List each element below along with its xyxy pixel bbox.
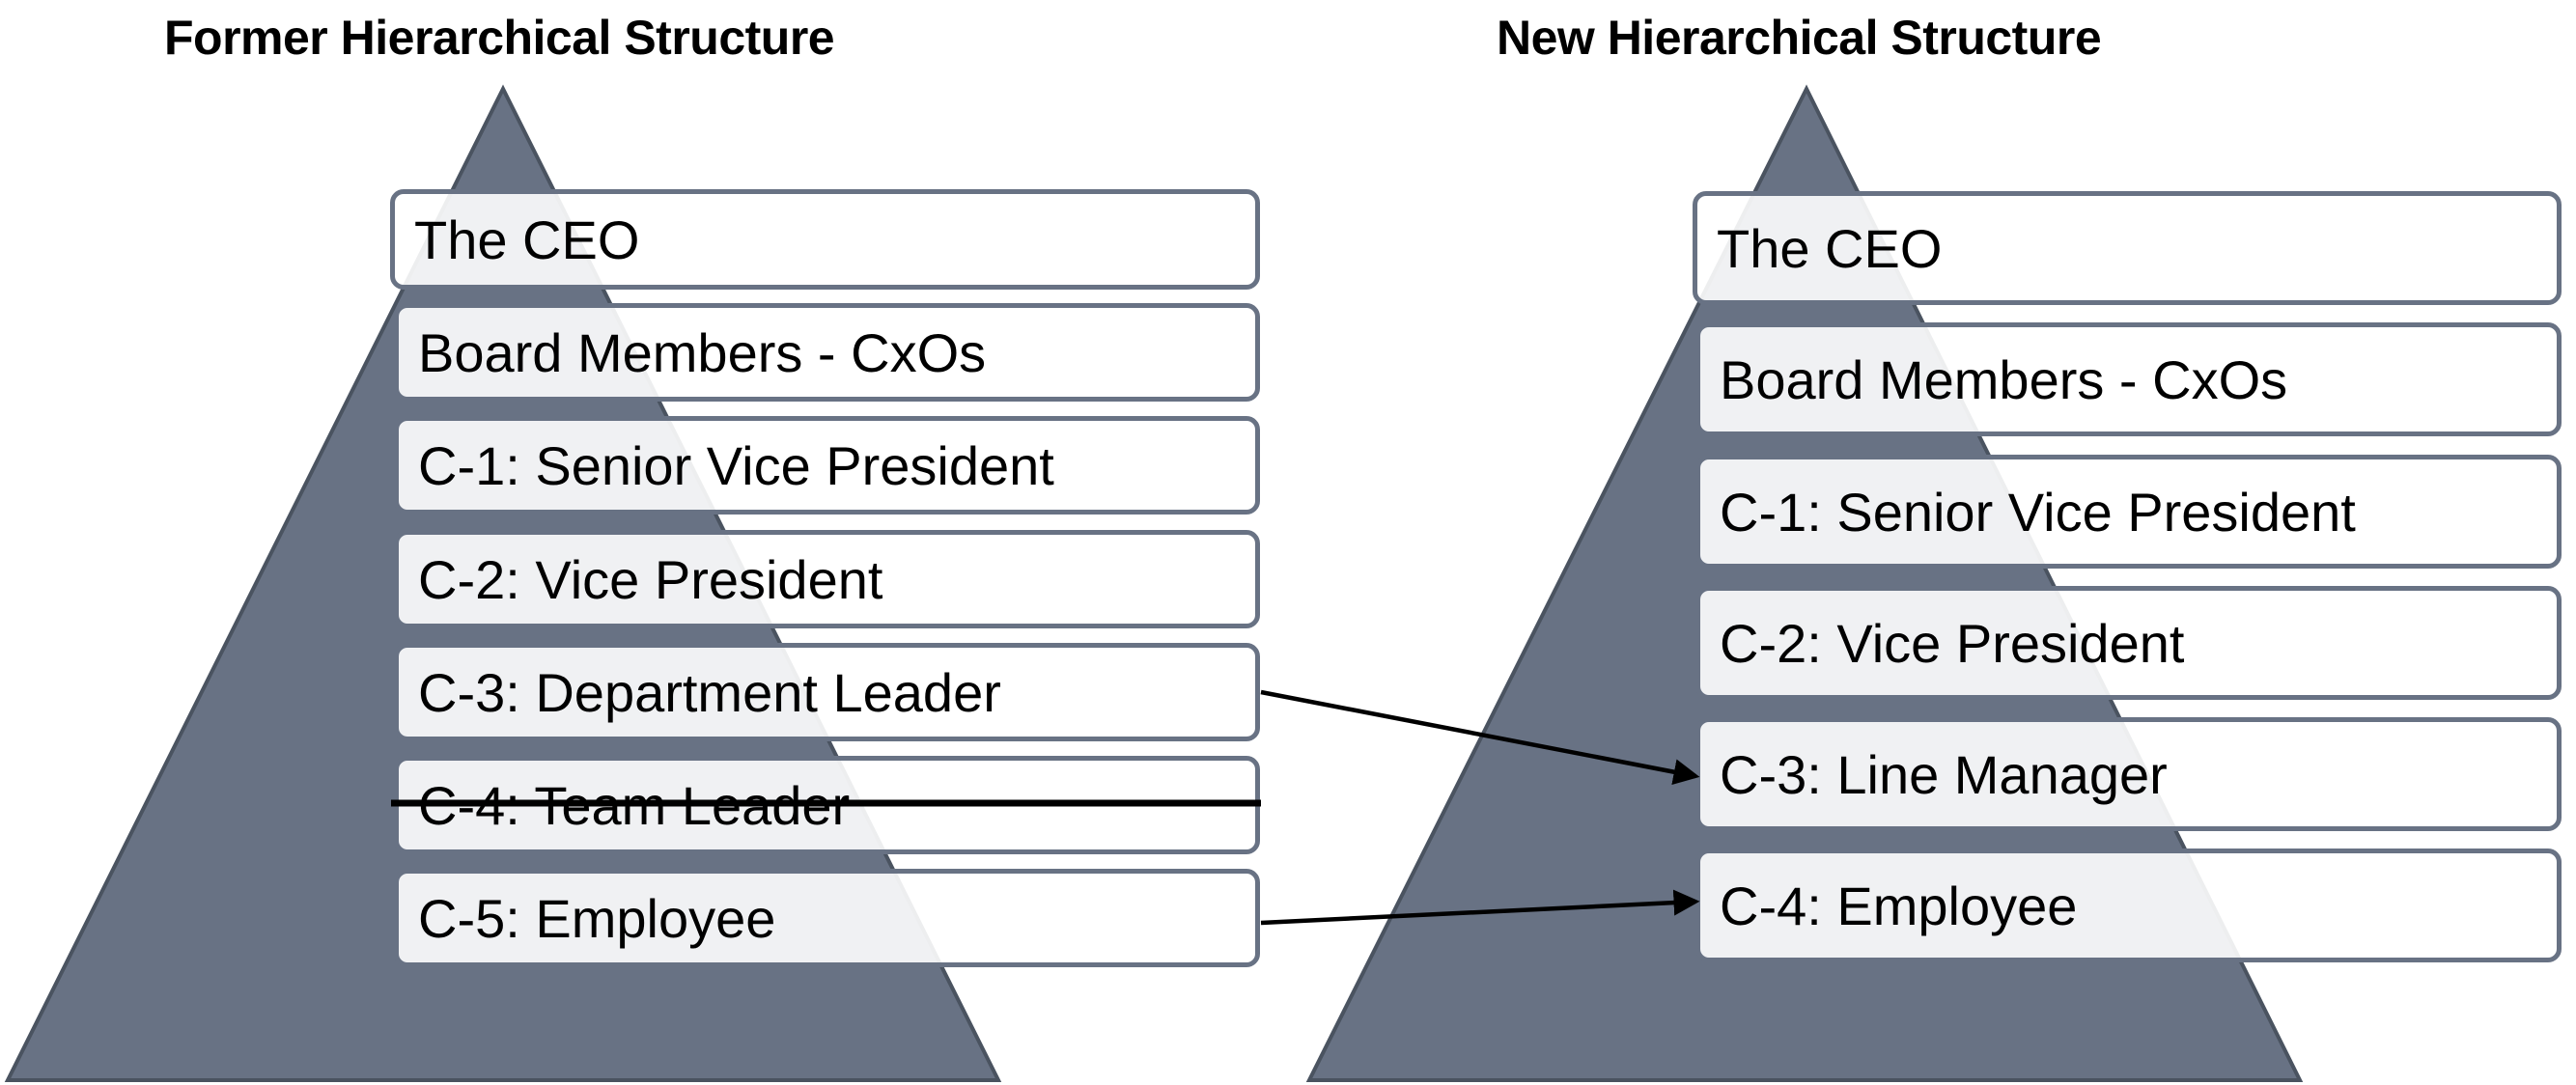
former-level-c3: C-3: Department Leader [394,643,1260,741]
new-level-c4: C-4: Employee [1695,849,2562,962]
former-level-c5: C-5: Employee [394,869,1260,967]
former-structure-title: Former Hierarchical Structure [164,11,835,65]
former-level-ceo: The CEO [390,189,1260,290]
level-label: C-2: Vice President [418,548,883,610]
level-label: Board Members - CxOs [418,321,987,383]
level-label: C-2: Vice President [1720,612,2185,674]
former-level-board: Board Members - CxOs [394,303,1260,402]
level-label: Board Members - CxOs [1720,348,2288,410]
new-level-c1: C-1: Senior Vice President [1695,455,2562,569]
level-label: The CEO [414,209,640,270]
new-level-c3: C-3: Line Manager [1695,717,2562,831]
former-level-c1: C-1: Senior Vice President [394,416,1260,515]
level-label: C-1: Senior Vice President [418,434,1054,496]
level-label: C-3: Line Manager [1720,743,2168,805]
former-level-c2: C-2: Vice President [394,530,1260,628]
level-label: C-4: Team Leader [418,774,851,836]
new-level-board: Board Members - CxOs [1695,322,2562,436]
level-label: C-4: Employee [1720,875,2078,936]
level-label: The CEO [1717,217,1943,279]
new-level-ceo: The CEO [1693,191,2562,305]
level-label: C-5: Employee [418,887,776,949]
new-level-c2: C-2: Vice President [1695,586,2562,700]
new-structure-title: New Hierarchical Structure [1497,11,2102,65]
former-level-c4-removed: C-4: Team Leader [394,756,1260,854]
level-label: C-1: Senior Vice President [1720,481,2356,542]
level-label: C-3: Department Leader [418,661,1001,723]
